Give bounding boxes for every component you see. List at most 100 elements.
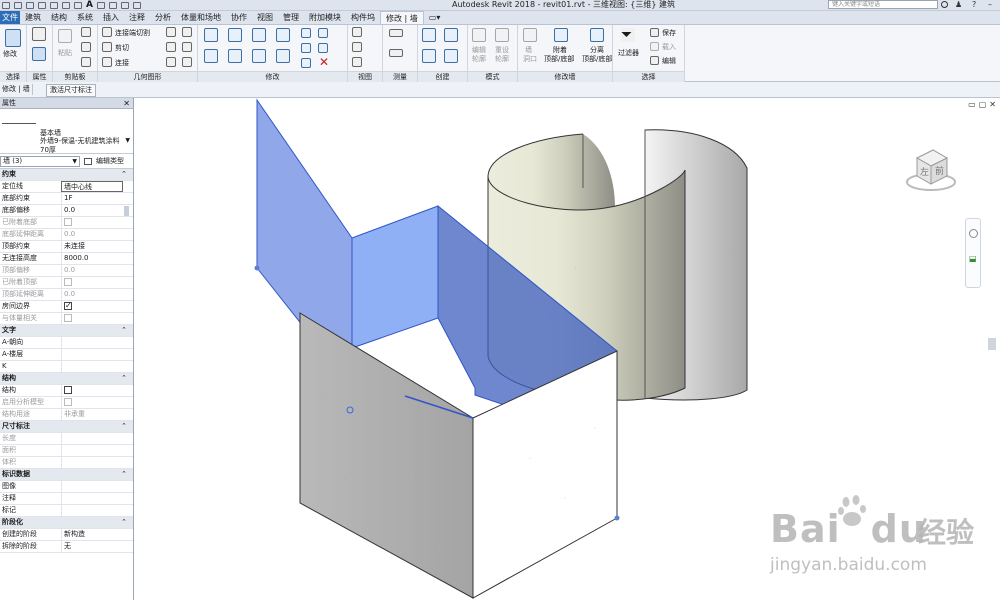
collapse-chevron-icon[interactable]: ⌃: [121, 517, 127, 528]
viewport-scrollbar[interactable]: [988, 338, 996, 350]
property-section[interactable]: 阶段化 ⌃: [0, 517, 133, 529]
properties-icon[interactable]: [32, 47, 46, 61]
property-value[interactable]: [61, 493, 123, 504]
copy-icon[interactable]: [81, 27, 91, 37]
modify-arrow-icon[interactable]: [5, 29, 21, 47]
property-section[interactable]: 结构 ⌃: [0, 373, 133, 385]
undo-icon[interactable]: [26, 2, 34, 9]
collapse-chevron-icon[interactable]: ⌃: [121, 169, 127, 180]
cut-icon[interactable]: [81, 42, 91, 52]
pin-icon[interactable]: [301, 58, 311, 68]
collapse-chevron-icon[interactable]: ⌃: [121, 469, 127, 480]
property-value[interactable]: 无: [61, 541, 123, 552]
property-section[interactable]: 标识数据 ⌃: [0, 469, 133, 481]
trim-icon[interactable]: [276, 49, 290, 63]
text-icon[interactable]: A: [86, 1, 93, 10]
match-type-icon[interactable]: [81, 57, 91, 67]
wall-opening-icon[interactable]: [523, 28, 537, 42]
split-gap-icon[interactable]: [318, 28, 328, 38]
search-icon[interactable]: [941, 1, 948, 8]
property-section[interactable]: 尺寸标注 ⌃: [0, 421, 133, 433]
instance-filter-select[interactable]: 墙 (3) ▼: [0, 156, 80, 167]
collapse-chevron-icon[interactable]: ⌃: [121, 421, 127, 432]
property-row[interactable]: 结构: [0, 385, 133, 397]
dimension-icon[interactable]: [74, 2, 82, 9]
property-row[interactable]: K: [0, 361, 133, 373]
property-value[interactable]: 1F: [61, 193, 123, 204]
move-icon[interactable]: [204, 49, 218, 63]
open-icon[interactable]: [2, 2, 10, 9]
tab-manage[interactable]: 管理: [278, 11, 304, 24]
tab-structure[interactable]: 结构: [46, 11, 72, 24]
type-selector[interactable]: 基本墙 外墙9-保温-无机建筑涂料 70厚 ▼: [0, 109, 133, 154]
tab-extra-dropdown[interactable]: ▭▾: [424, 11, 446, 24]
tab-component-dock[interactable]: 构件坞: [346, 11, 380, 24]
property-row[interactable]: 定位线 墙中心线: [0, 181, 133, 193]
load-selection-icon[interactable]: [650, 42, 659, 51]
edit-type-button[interactable]: 编辑类型: [84, 156, 124, 167]
property-row[interactable]: 底部约束 1F: [0, 193, 133, 205]
property-value[interactable]: 0.0: [61, 205, 123, 216]
thin-lines-icon[interactable]: [120, 2, 129, 9]
property-row[interactable]: 启用分析模型: [0, 397, 133, 409]
override-graphics-icon[interactable]: [352, 42, 362, 52]
reset-profile-icon[interactable]: [495, 28, 509, 42]
property-value[interactable]: [61, 481, 123, 492]
create-parts-icon[interactable]: [444, 28, 458, 42]
load-selection-label[interactable]: 载入: [662, 43, 676, 51]
redo-icon[interactable]: [38, 2, 46, 9]
attach-top-base-icon[interactable]: [554, 28, 568, 42]
property-row[interactable]: 顶部延伸距离 0.0: [0, 289, 133, 301]
section-icon[interactable]: [108, 2, 117, 9]
property-row[interactable]: 标记: [0, 505, 133, 517]
selected-wall-middle[interactable]: [351, 205, 439, 349]
property-value[interactable]: [61, 337, 123, 348]
mirror-axis-icon[interactable]: [252, 28, 266, 42]
property-row[interactable]: 创建的阶段 新构造: [0, 529, 133, 541]
property-row[interactable]: 图像: [0, 481, 133, 493]
create-group-icon[interactable]: [422, 49, 436, 63]
property-row[interactable]: 无连接高度 8000.0: [0, 253, 133, 265]
property-value[interactable]: [61, 385, 123, 396]
collapse-chevron-icon[interactable]: ⌃: [121, 373, 127, 384]
edit-profile-icon[interactable]: [472, 28, 486, 42]
search-input[interactable]: 键入关键字或短语: [828, 0, 938, 9]
edit-selection-icon[interactable]: [650, 56, 659, 65]
copy-element-icon[interactable]: [228, 49, 242, 63]
measure-between-icon[interactable]: [389, 29, 403, 37]
property-value[interactable]: [61, 301, 123, 312]
tab-addins[interactable]: 附加模块: [304, 11, 346, 24]
tab-collaborate[interactable]: 协作: [226, 11, 252, 24]
user-icon[interactable]: ♟: [955, 0, 962, 10]
property-row[interactable]: 注释: [0, 493, 133, 505]
rotate-icon[interactable]: [252, 49, 266, 63]
measure-icon[interactable]: [62, 2, 70, 9]
aligned-dimension-icon[interactable]: [389, 49, 403, 57]
wall-joins-icon[interactable]: [166, 42, 176, 52]
property-row[interactable]: 底部延伸距离 0.0: [0, 229, 133, 241]
property-row[interactable]: 已附着顶部: [0, 277, 133, 289]
property-row[interactable]: 拆除的阶段 无: [0, 541, 133, 553]
hide-bulb-icon[interactable]: [352, 27, 362, 37]
tab-file[interactable]: 文件: [0, 11, 20, 24]
tab-insert[interactable]: 插入: [98, 11, 124, 24]
property-value[interactable]: 未连接: [61, 241, 123, 252]
delete-icon[interactable]: ✕: [319, 56, 333, 70]
property-row[interactable]: A-朝向: [0, 337, 133, 349]
save-selection-icon[interactable]: [650, 28, 659, 37]
remove-paint-icon[interactable]: [166, 57, 176, 67]
view-cube[interactable]: 左 前: [903, 140, 963, 200]
filter-label[interactable]: 过滤器: [618, 49, 639, 57]
property-checkbox[interactable]: [64, 386, 72, 394]
minimize-icon[interactable]: –: [988, 0, 992, 10]
front-wall-gray-face[interactable]: [299, 312, 474, 599]
property-value[interactable]: [61, 505, 123, 516]
3d-view-icon[interactable]: [96, 2, 105, 9]
scale-icon[interactable]: [318, 43, 328, 53]
view-filter-icon[interactable]: [352, 57, 362, 67]
tab-analyze[interactable]: 分析: [150, 11, 176, 24]
tab-systems[interactable]: 系统: [72, 11, 98, 24]
property-row[interactable]: 结构用途 非承重: [0, 409, 133, 421]
paste-icon[interactable]: [58, 29, 72, 43]
tab-view[interactable]: 视图: [252, 11, 278, 24]
